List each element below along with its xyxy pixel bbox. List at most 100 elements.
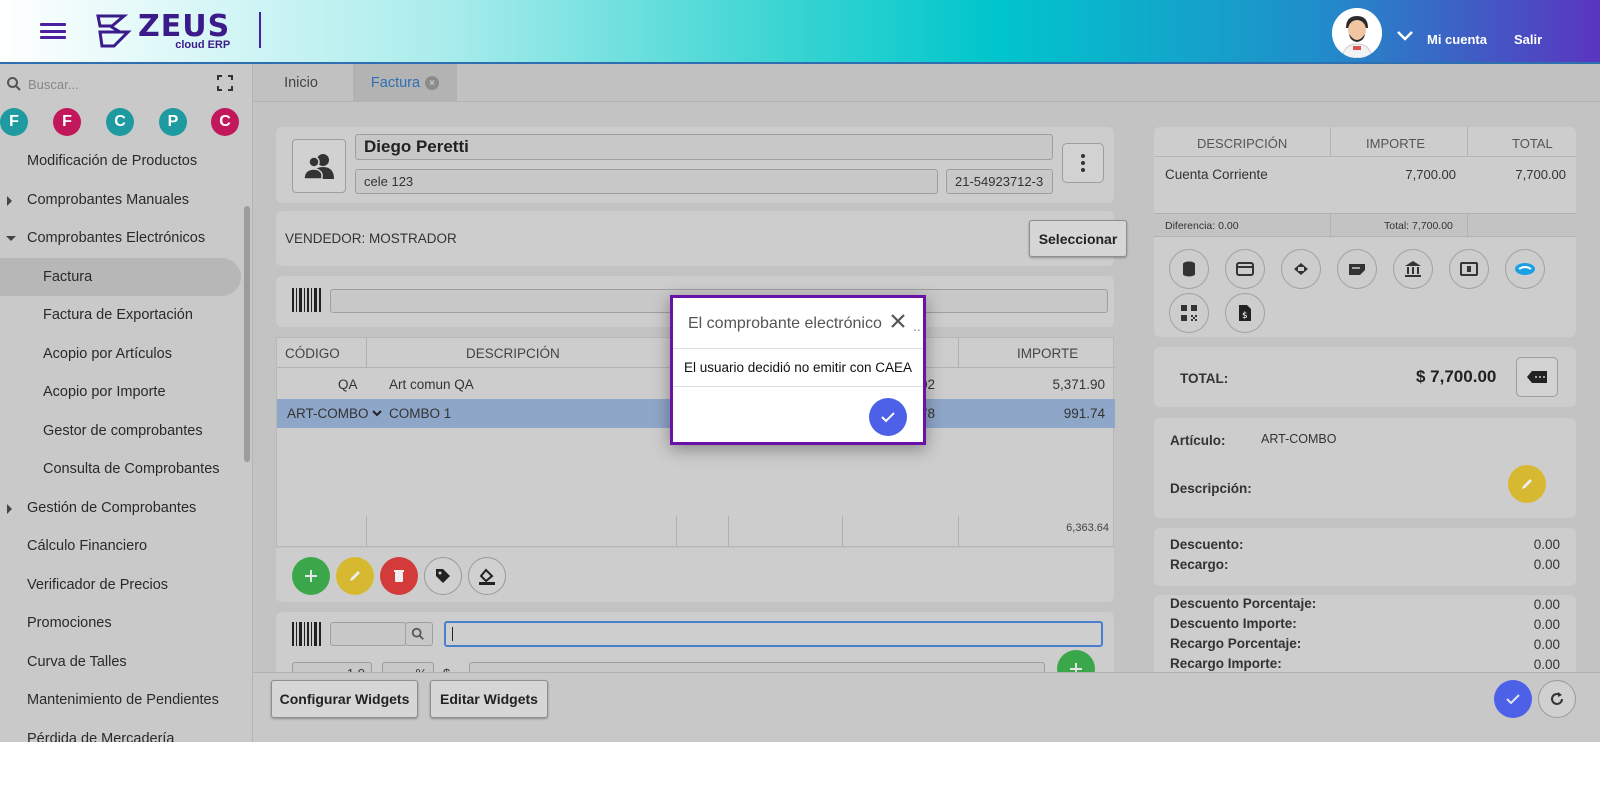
select-vendor-button[interactable]: Seleccionar xyxy=(1029,220,1127,257)
pencil-icon xyxy=(1522,479,1532,489)
shortcut-c1[interactable]: C xyxy=(106,108,134,136)
confirm-invoice-button[interactable] xyxy=(1494,680,1532,718)
alert-dialog: El comprobante electrónico .. El usuario… xyxy=(670,295,926,445)
edit-item-button[interactable] xyxy=(336,557,374,595)
sidebar-item-factura[interactable]: Factura xyxy=(0,257,241,296)
sidebar-item-label: Factura xyxy=(43,268,93,285)
check-payment-button[interactable] xyxy=(1337,249,1377,289)
descuento-value: 0.00 xyxy=(1533,537,1560,552)
hand-cash-button[interactable] xyxy=(1281,249,1321,289)
product-description-input[interactable] xyxy=(444,621,1103,647)
dialog-message: El usuario decidió no emitir con CAEA xyxy=(683,360,913,375)
sidebar-item-comprobantes-electronicos[interactable]: Comprobantes Electrónicos xyxy=(0,219,252,258)
fill-button[interactable] xyxy=(468,557,506,595)
sidebar-item-modificacion-productos[interactable]: Modificación de Productos xyxy=(0,142,252,181)
add-item-button[interactable] xyxy=(292,557,330,595)
dialog-ok-button[interactable] xyxy=(869,398,907,436)
delete-item-button[interactable] xyxy=(380,557,418,595)
qr-payment-button[interactable] xyxy=(1169,293,1209,333)
tab-inicio[interactable]: Inicio xyxy=(253,64,349,102)
mercadopago-icon xyxy=(1515,263,1535,275)
price-tag-icon xyxy=(1527,371,1547,383)
sidebar-item-label: Modificación de Productos xyxy=(27,153,198,170)
client-selector[interactable] xyxy=(292,139,346,193)
sidebar-item-label: Comprobantes Manuales xyxy=(27,191,190,208)
sidebar-item-mantenimiento-pendientes[interactable]: Mantenimiento de Pendientes xyxy=(0,681,252,720)
tab-bar: Inicio Factura × xyxy=(253,64,1600,102)
sidebar-scrollbar[interactable] xyxy=(244,206,250,462)
invoice-payment-button[interactable]: $ xyxy=(1225,293,1265,333)
account-chevron-down-icon[interactable] xyxy=(1396,30,1414,42)
check-icon xyxy=(1506,694,1520,705)
my-account-link[interactable]: Mi cuenta xyxy=(1427,32,1487,47)
more-options-icon[interactable] xyxy=(1062,143,1104,183)
client-name-field[interactable]: Diego Peretti xyxy=(355,134,1053,160)
mercadopago-payment-button[interactable] xyxy=(1505,249,1545,289)
hand-money-icon xyxy=(1294,263,1308,275)
barcode-icon xyxy=(292,622,321,646)
shortcut-f2[interactable]: F xyxy=(53,108,81,136)
sidebar-item-curva-talles[interactable]: Curva de Talles xyxy=(0,643,252,682)
cash-payment-button[interactable] xyxy=(1169,249,1209,289)
recargo-importe-label: Recargo Importe: xyxy=(1170,656,1282,671)
sidebar-item-factura-exportacion[interactable]: Factura de Exportación xyxy=(0,296,252,335)
sidebar-search-input[interactable] xyxy=(28,74,208,94)
vendor-card: VENDEDOR: MOSTRADOR Seleccionar xyxy=(276,211,1127,266)
card-payment-button[interactable] xyxy=(1225,249,1265,289)
sidebar-item-promociones[interactable]: Promociones xyxy=(0,604,252,643)
client-address-field[interactable]: cele 123 xyxy=(355,169,938,194)
sidebar-item-acopio-importe[interactable]: Acopio por Importe xyxy=(0,373,252,412)
close-icon[interactable] xyxy=(889,312,907,330)
zeus-logo-mark-icon xyxy=(96,14,132,48)
edit-description-button[interactable] xyxy=(1508,465,1546,503)
trash-icon xyxy=(394,570,404,582)
edit-widgets-button[interactable]: Editar Widgets xyxy=(430,680,548,718)
dialog-divider xyxy=(673,386,923,387)
sidebar-item-verificador-precios[interactable]: Verificador de Precios xyxy=(0,566,252,605)
product-code-input[interactable] xyxy=(330,622,406,646)
product-search-button[interactable] xyxy=(405,622,433,646)
user-avatar[interactable] xyxy=(1332,8,1382,58)
logout-link[interactable]: Salir xyxy=(1514,32,1542,47)
tag-discount-button[interactable] xyxy=(1516,357,1558,397)
sidebar-item-acopio-articulos[interactable]: Acopio por Artículos xyxy=(0,335,252,374)
sidebar-item-consulta-comprobantes[interactable]: Consulta de Comprobantes xyxy=(0,450,252,489)
column-divider xyxy=(842,516,843,546)
paint-bucket-icon xyxy=(479,568,495,585)
column-divider xyxy=(1330,214,1331,238)
recargo-importe-value: 0.00 xyxy=(1533,657,1560,672)
refresh-button[interactable] xyxy=(1538,680,1576,718)
configure-widgets-button[interactable]: Configurar Widgets xyxy=(271,680,418,718)
pencil-icon xyxy=(350,571,360,581)
shortcut-letter: P xyxy=(167,113,179,130)
menu-toggle-icon[interactable] xyxy=(40,20,66,42)
tag-button[interactable] xyxy=(424,557,462,595)
shortcut-p[interactable]: P xyxy=(159,108,187,136)
column-divider xyxy=(958,516,959,546)
row-code: ART-COMBO xyxy=(287,406,369,421)
shortcut-letter: F xyxy=(62,113,72,130)
sidebar-item-gestion-comprobantes[interactable]: Gestión de Comprobantes xyxy=(0,489,252,528)
shortcut-letter: F xyxy=(9,113,19,130)
banknote-payment-button[interactable] xyxy=(1449,249,1489,289)
tab-factura[interactable]: Factura × xyxy=(353,64,457,102)
sidebar-item-label: Verificador de Precios xyxy=(27,576,169,593)
sidebar-item-gestor-comprobantes[interactable]: Gestor de comprobantes xyxy=(0,412,252,451)
expand-row-chevron-icon[interactable] xyxy=(372,410,382,417)
shortcut-c2[interactable]: C xyxy=(211,108,239,136)
sidebar-item-label: Consulta de Comprobantes xyxy=(43,461,220,478)
column-divider xyxy=(1467,127,1468,157)
tab-close-icon[interactable]: × xyxy=(425,76,440,90)
header-divider xyxy=(259,12,261,48)
sidebar-item-calculo-financiero[interactable]: Cálculo Financiero xyxy=(0,527,252,566)
row-amount: 991.74 xyxy=(1063,406,1105,421)
sidebar-item-comprobantes-manuales[interactable]: Comprobantes Manuales xyxy=(0,181,252,220)
sidebar-item-perdida-mercaderia[interactable]: Pérdida de Mercadería xyxy=(0,720,252,742)
fullscreen-icon[interactable] xyxy=(216,74,234,92)
descuento-importe-label: Descuento Importe: xyxy=(1170,616,1297,631)
client-cuit-field[interactable]: 21-54923712-3 xyxy=(946,169,1053,194)
descuento-importe-value: 0.00 xyxy=(1533,617,1560,632)
sidebar-item-label: Gestión de Comprobantes xyxy=(27,499,197,516)
shortcut-f1[interactable]: F xyxy=(0,108,28,136)
bank-payment-button[interactable] xyxy=(1393,249,1433,289)
